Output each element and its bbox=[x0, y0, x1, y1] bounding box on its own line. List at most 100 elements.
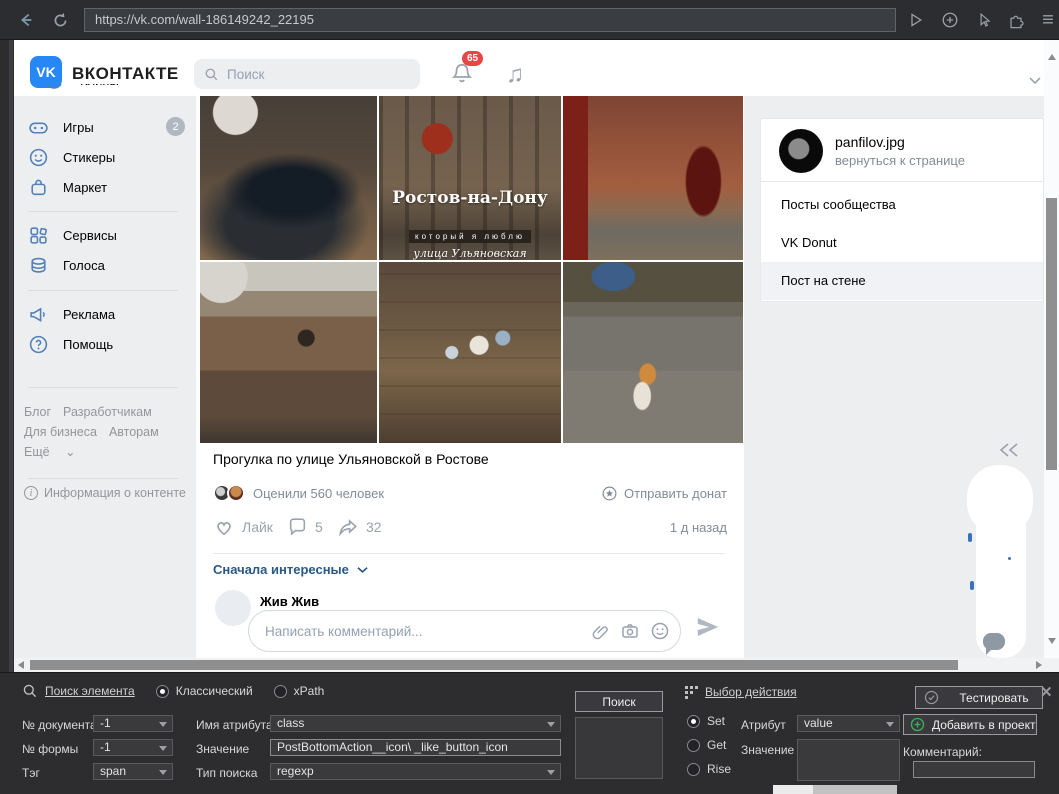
sidebar-item-votes[interactable]: Голоса bbox=[28, 250, 105, 280]
radio-xpath-label: xPath bbox=[294, 684, 325, 698]
comments-sort-dropdown[interactable]: Сначала интересные bbox=[213, 562, 368, 577]
menu-item-wall-post[interactable]: Пост на стене bbox=[761, 262, 1043, 300]
reload-icon[interactable] bbox=[48, 8, 72, 32]
post-photo-rostov-sign[interactable]: Ростов-на-Дону который я люблю улица Уль… bbox=[379, 96, 561, 260]
horizontal-scroll-thumb[interactable] bbox=[30, 660, 958, 670]
search-results-box[interactable] bbox=[575, 717, 663, 779]
bag-icon bbox=[28, 177, 49, 198]
panel-scrollbar[interactable] bbox=[773, 785, 897, 794]
commenter-avatar[interactable] bbox=[215, 590, 251, 626]
menu-icon[interactable]: ≡ bbox=[1036, 8, 1059, 32]
scroll-down-arrow[interactable] bbox=[1048, 638, 1056, 644]
test-button[interactable]: Тестировать bbox=[915, 686, 1043, 709]
doc-number-select[interactable]: -1 bbox=[93, 715, 173, 732]
chat-bubble-icon[interactable] bbox=[983, 633, 1005, 650]
panel-scroll-thumb[interactable] bbox=[813, 785, 897, 794]
gamepad-icon bbox=[28, 117, 49, 138]
post-photo-courtyard[interactable] bbox=[379, 262, 561, 443]
element-search-panel: Поиск элемента Классический xPath № доку… bbox=[0, 672, 1059, 794]
link-authors[interactable]: Авторам bbox=[109, 425, 159, 439]
profile-name[interactable]: panfilov.jpg bbox=[835, 134, 905, 150]
post-photo-motorcycle[interactable] bbox=[200, 96, 377, 260]
search-button[interactable]: Поиск bbox=[575, 691, 663, 712]
search-icon bbox=[22, 683, 38, 699]
back-icon[interactable] bbox=[14, 8, 38, 32]
photo-camera-icon[interactable] bbox=[620, 621, 640, 641]
close-icon[interactable]: ✕ bbox=[1040, 683, 1053, 701]
profile-menu-chevron[interactable] bbox=[1029, 72, 1041, 90]
vk-header: VK ВКОНТАКТЕ Поиск 65 ♫ Клипы bbox=[14, 40, 1044, 96]
vk-wordmark[interactable]: ВКОНТАКТЕ bbox=[72, 64, 179, 84]
widget-detail bbox=[970, 581, 974, 590]
attribute-select[interactable]: value bbox=[797, 715, 900, 732]
radio-classic[interactable] bbox=[156, 685, 169, 698]
menu-item-community-posts[interactable]: Посты сообщества bbox=[761, 186, 1043, 224]
link-more[interactable]: Ещё ⌄ bbox=[24, 445, 76, 459]
collapse-chevrons-icon[interactable] bbox=[998, 443, 1020, 462]
send-comment-icon[interactable] bbox=[696, 616, 720, 643]
likes-row: Оценили 560 человек Отправить донат bbox=[213, 484, 727, 504]
panel-comment-input[interactable] bbox=[913, 761, 1035, 778]
radio-get[interactable] bbox=[687, 739, 700, 752]
music-icon[interactable]: ♫ bbox=[506, 61, 524, 89]
sidebar-item-stickers[interactable]: Стикеры bbox=[28, 142, 115, 172]
liker-avatar[interactable] bbox=[227, 484, 245, 502]
add-to-project-button[interactable]: Добавить в проект bbox=[903, 714, 1037, 735]
send-donate-button[interactable]: Отправить донат bbox=[601, 485, 727, 502]
plus-circle-icon[interactable] bbox=[938, 8, 962, 32]
photo-text-overlay: Ростов-на-Дону который я люблю улица Уль… bbox=[379, 188, 561, 260]
post-photo-brick-building[interactable] bbox=[563, 96, 743, 260]
radio-set-row: Set bbox=[687, 714, 725, 728]
search-type-select[interactable]: regexp bbox=[270, 763, 561, 780]
value-input[interactable]: PostBottomAction__icon\ _like_button_ico… bbox=[270, 739, 561, 756]
search-element-link[interactable]: Поиск элемента bbox=[45, 684, 135, 698]
sidebar-item-games[interactable]: Игры bbox=[28, 112, 94, 142]
menu-item-vk-donut[interactable]: VK Donut bbox=[761, 224, 1043, 262]
scroll-right-arrow[interactable] bbox=[1036, 661, 1042, 669]
link-developers[interactable]: Разработчикам bbox=[63, 405, 152, 419]
sidebar-item-ads[interactable]: Реклама bbox=[28, 299, 115, 329]
likes-count-text[interactable]: Оценили 560 человек bbox=[253, 486, 384, 501]
sidebar-item-help[interactable]: Помощь bbox=[28, 329, 113, 359]
scroll-left-arrow[interactable] bbox=[18, 661, 24, 669]
form-number-select[interactable]: -1 bbox=[93, 739, 173, 756]
profile-card: panfilov.jpg вернуться к странице Посты … bbox=[760, 118, 1044, 302]
action-value-textarea[interactable] bbox=[797, 739, 900, 781]
profile-avatar[interactable] bbox=[779, 129, 823, 173]
sidebar-item-clips-clipped[interactable]: Клипы bbox=[44, 84, 164, 96]
scroll-up-arrow[interactable] bbox=[1048, 54, 1056, 60]
puzzle-icon[interactable] bbox=[1004, 8, 1028, 32]
commenter-name[interactable]: Жив Жив bbox=[260, 594, 319, 609]
share-button[interactable]: 32 bbox=[337, 516, 382, 538]
link-business[interactable]: Для бизнеса bbox=[24, 425, 97, 439]
post-actions: Лайк 5 32 1 д назад bbox=[213, 516, 727, 542]
play-icon[interactable] bbox=[904, 8, 928, 32]
comment-input[interactable] bbox=[265, 624, 591, 639]
widget-detail bbox=[968, 533, 972, 542]
attach-icon[interactable] bbox=[591, 622, 610, 641]
back-to-page-link[interactable]: вернуться к странице bbox=[835, 153, 965, 168]
link-blog[interactable]: Блог bbox=[24, 405, 51, 419]
url-bar[interactable]: https://vk.com/wall-186149242_22195 bbox=[84, 8, 896, 32]
radio-xpath[interactable] bbox=[274, 685, 287, 698]
window-left-edge bbox=[0, 40, 14, 672]
like-button[interactable]: Лайк bbox=[213, 516, 273, 538]
post-photo-old-house[interactable] bbox=[200, 262, 377, 443]
vertical-scroll-thumb[interactable] bbox=[1046, 198, 1057, 470]
vertical-scrollbar[interactable] bbox=[1044, 40, 1059, 658]
attr-name-select[interactable]: class bbox=[270, 715, 561, 732]
tag-select[interactable]: span bbox=[93, 763, 173, 780]
search-input[interactable]: Поиск bbox=[194, 59, 420, 89]
comment-button[interactable]: 5 bbox=[287, 516, 323, 537]
sidebar-item-market[interactable]: Маркет bbox=[28, 172, 107, 202]
horizontal-scrollbar[interactable] bbox=[14, 658, 1059, 672]
action-select-link[interactable]: Выбор действия bbox=[705, 685, 797, 699]
radio-rise[interactable] bbox=[687, 763, 700, 776]
emoji-icon[interactable] bbox=[650, 621, 670, 641]
radio-set[interactable] bbox=[687, 715, 700, 728]
sidebar-item-services[interactable]: Сервисы bbox=[28, 220, 117, 250]
donate-star-icon bbox=[601, 485, 618, 502]
content-info-link[interactable]: i Информация о контенте bbox=[24, 486, 186, 500]
cursor-icon[interactable] bbox=[972, 8, 996, 32]
post-photo-cat[interactable] bbox=[563, 262, 743, 443]
